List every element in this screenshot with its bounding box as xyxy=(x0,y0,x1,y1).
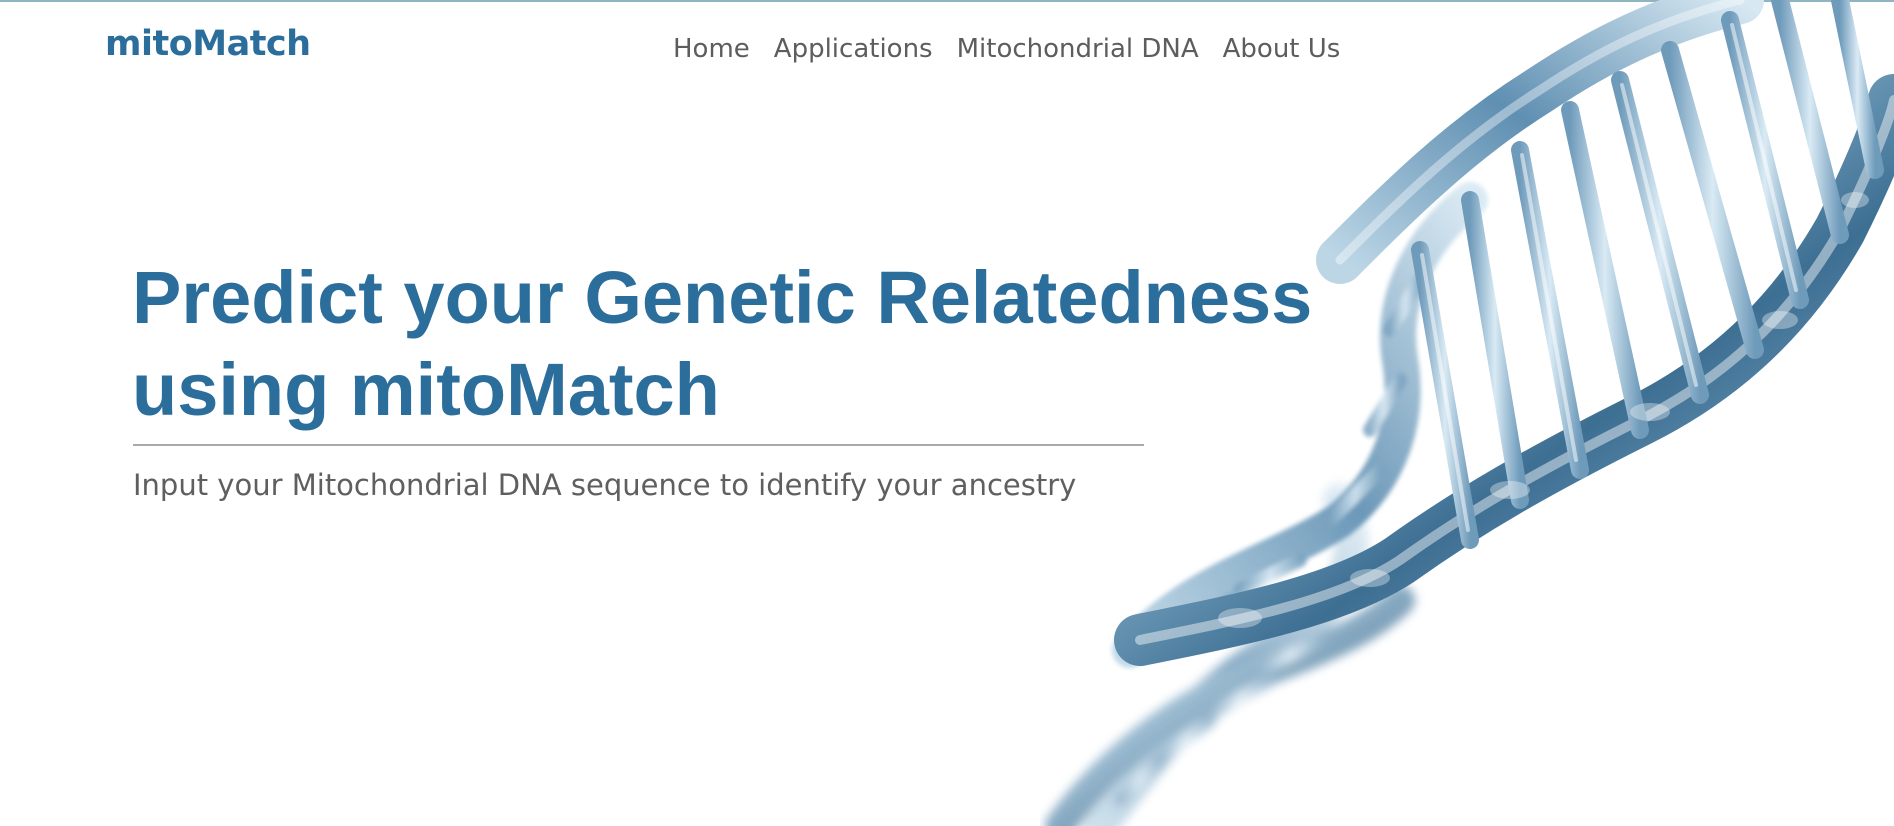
hero-title-line-2: using mitoMatch xyxy=(132,348,720,431)
nav-item-applications[interactable]: Applications xyxy=(774,36,933,62)
nav-item-home[interactable]: Home xyxy=(673,36,750,62)
dna-helix-image xyxy=(1045,0,1894,826)
landing-page: mitoMatch Home Applications Mitochondria… xyxy=(0,0,1894,826)
hero-divider xyxy=(133,444,1144,446)
site-logo[interactable]: mitoMatch xyxy=(105,27,311,62)
